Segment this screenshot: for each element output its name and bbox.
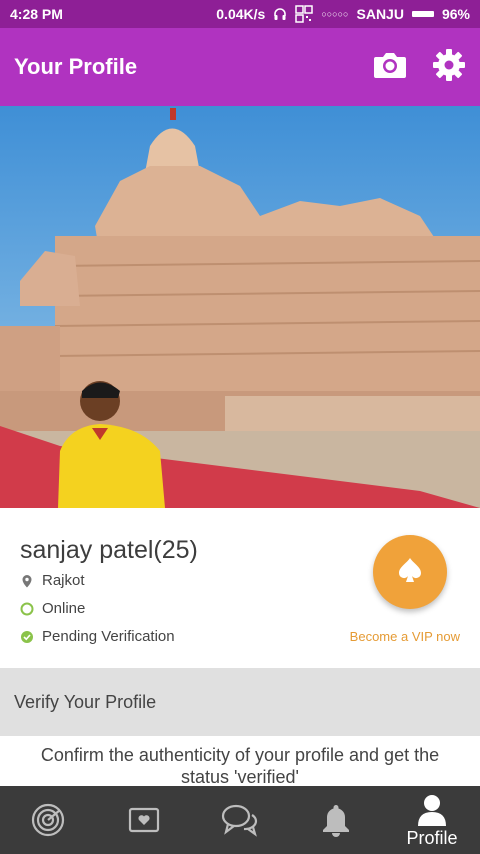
chat-icon bbox=[220, 802, 260, 838]
verify-section-header[interactable]: Verify Your Profile bbox=[0, 668, 480, 736]
network-speed: 0.04K/s bbox=[216, 6, 266, 22]
status-bar: 4:28 PM 0.04K/s ○○○○○ SANJU 96% bbox=[0, 0, 480, 28]
page-title: Your Profile bbox=[14, 54, 138, 79]
profile-photo[interactable] bbox=[0, 106, 480, 508]
verification-row: Pending Verification bbox=[20, 628, 175, 645]
nav-item-radar[interactable] bbox=[0, 786, 96, 854]
verification-text: Pending Verification bbox=[42, 628, 175, 645]
verify-description: Confirm the authenticity of your profile… bbox=[40, 745, 440, 784]
radar-icon bbox=[30, 802, 66, 838]
nav-item-notifications[interactable] bbox=[288, 786, 384, 854]
location-text: Rajkot bbox=[42, 572, 85, 589]
location-pin-icon bbox=[20, 574, 34, 588]
status-time: 4:28 PM bbox=[10, 6, 63, 22]
app-bar: Your Profile bbox=[0, 28, 480, 106]
bell-icon bbox=[320, 802, 352, 838]
profile-icon bbox=[415, 792, 449, 826]
verify-title: Verify Your Profile bbox=[14, 691, 157, 712]
battery-percent: 96% bbox=[441, 6, 470, 22]
settings-gear-icon[interactable] bbox=[432, 48, 466, 87]
online-text: Online bbox=[42, 600, 86, 617]
profile-name: sanjay patel(25) bbox=[20, 536, 198, 564]
battery-icon bbox=[411, 11, 434, 17]
nav-profile-label: Profile bbox=[406, 827, 458, 848]
nav-item-cards[interactable] bbox=[96, 786, 192, 854]
online-row: Online bbox=[20, 600, 85, 617]
online-status-icon bbox=[20, 602, 34, 616]
bottom-nav: Profile bbox=[0, 786, 480, 854]
vip-button[interactable] bbox=[373, 535, 447, 609]
signal-dots-icon: ○○○○○ bbox=[321, 9, 349, 19]
nav-item-chat[interactable] bbox=[192, 786, 288, 854]
check-circle-icon bbox=[20, 630, 34, 644]
location-row: Rajkot bbox=[20, 572, 85, 589]
card-heart-icon bbox=[128, 806, 160, 834]
carrier-name: SANJU bbox=[356, 6, 404, 22]
profile-info-card: sanjay patel(25) Rajkot Online Pending V… bbox=[0, 508, 480, 668]
qr-icon bbox=[295, 5, 314, 23]
headphones-icon bbox=[273, 7, 287, 21]
spade-icon bbox=[396, 556, 424, 589]
nav-item-profile[interactable]: Profile bbox=[384, 786, 480, 854]
camera-icon[interactable] bbox=[372, 50, 408, 85]
vip-label[interactable]: Become a VIP now bbox=[350, 629, 460, 644]
